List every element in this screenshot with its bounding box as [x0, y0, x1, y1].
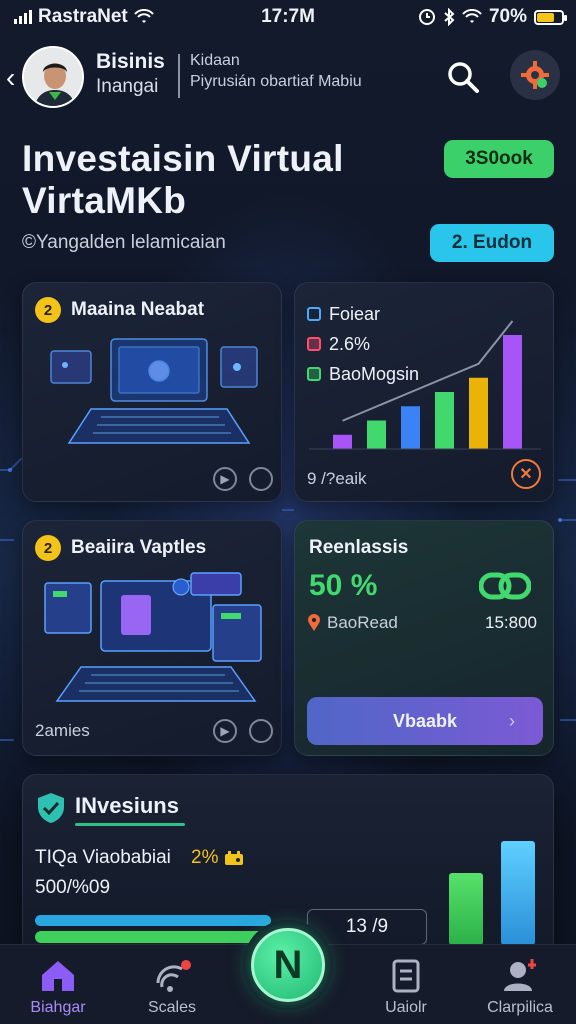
laptop-illustration	[50, 338, 258, 444]
progress-bar-green	[35, 931, 271, 943]
play-icon[interactable]: ▶	[213, 719, 237, 743]
chart-bar	[333, 434, 352, 449]
balance-pill[interactable]: 3S0ook	[444, 140, 554, 178]
location-pin-icon	[308, 614, 320, 631]
avatar[interactable]	[22, 46, 84, 108]
page-title-line1: Investaisin Virtual	[22, 138, 344, 179]
page-title-line2: VirtaMKb	[22, 180, 187, 221]
profile-icon	[504, 959, 536, 991]
chart-bar	[449, 873, 483, 945]
results-sub-label: BaoRead	[327, 613, 398, 632]
user-name: Bisinis	[96, 50, 165, 73]
gear-icon	[521, 61, 549, 89]
page-title: Investaisin Virtual VirtaMKb	[22, 138, 344, 222]
home-icon	[42, 961, 74, 991]
play-icon[interactable]: ▶	[213, 467, 237, 491]
card-variables[interactable]: 2 Beaiira Vaptles 2amies ▶	[22, 520, 282, 756]
header-subtext-line2: Piyrusián obartiaf Mabiu	[190, 73, 362, 90]
card-footer: 2amies	[35, 721, 90, 740]
edition-pill[interactable]: 2. Eudon	[430, 224, 554, 262]
bluetooth-icon	[444, 8, 455, 26]
back-button[interactable]: ‹	[6, 62, 15, 94]
card-title: Reenlassis	[309, 537, 409, 558]
chart-bar	[503, 335, 522, 449]
card-title: INvesiuns	[75, 793, 179, 818]
main-action-button[interactable]: N	[251, 928, 325, 1002]
investment-change-value: 2%	[191, 847, 219, 868]
chart-bar	[435, 392, 454, 449]
shield-check-icon	[38, 793, 64, 823]
card-results[interactable]: Reenlassis 50 % BaoRead 15:800 Vbaabk ›	[294, 520, 554, 756]
nav-item-profile[interactable]: Clarpilica	[470, 945, 570, 1024]
chart-footer: 9 /?eaik	[307, 469, 367, 488]
title-underline	[75, 823, 185, 826]
fab-container: N	[243, 920, 333, 1010]
battery-icon	[534, 9, 567, 25]
results-sub-value: 15:800	[485, 613, 537, 632]
link-icon	[479, 572, 531, 600]
nav-item-scales[interactable]: Scales	[122, 945, 222, 1024]
battery-percent: 70%	[488, 6, 527, 27]
card-title: Beaiira Vaptles	[71, 537, 207, 558]
header-divider	[178, 54, 180, 98]
view-button-label: Vbaabk	[392, 710, 458, 731]
chart-bar	[469, 377, 488, 449]
header-subtext-line1: Kidaan	[190, 52, 240, 69]
dashboard-illustration	[44, 572, 262, 702]
document-icon	[392, 959, 420, 993]
user-subtitle: Inangai	[96, 76, 159, 97]
header-subtext: Kidaan Piyrusián obartiaf Mabiu	[190, 50, 362, 92]
card-title: Maaina Neabat	[71, 299, 205, 320]
nav-item-wallet[interactable]: Uaiolr	[356, 945, 456, 1024]
card-number-badge: 2	[35, 297, 61, 323]
chart-bar	[367, 420, 386, 449]
investment-label: TIQa Viaobabiai	[35, 847, 171, 868]
search-icon[interactable]	[444, 58, 482, 96]
card-machine[interactable]: 2 Maaina Neabat ▶	[22, 282, 282, 502]
app-header: ‹ Bisinis Inangai Kidaan Piyrusián obart…	[0, 38, 576, 114]
page-subtitle: ©Yangalden lelamicaian	[22, 232, 226, 253]
investment-change: 2%	[191, 847, 244, 869]
chevron-right-icon: ›	[509, 710, 515, 731]
results-sub-row: BaoRead	[307, 613, 398, 633]
nav-label: Uaiolr	[385, 999, 427, 1016]
person-icon	[24, 48, 82, 106]
progress-bar-blue	[35, 915, 271, 926]
investment-amount: 500/%09	[35, 877, 111, 898]
nav-label: Clarpilica	[487, 999, 553, 1016]
card-stats-chart[interactable]: Foiear 2.6% BaoMogsin 9 /?eaik ✕	[294, 282, 554, 502]
card-number-badge: 2	[35, 535, 61, 561]
main-action-glyph: N	[273, 942, 303, 987]
close-icon[interactable]: ✕	[511, 459, 541, 489]
status-bar: RastraNet 17:7M 70%	[0, 0, 576, 34]
wallet-icon	[225, 851, 244, 865]
view-button[interactable]: Vbaabk ›	[307, 697, 543, 745]
results-percent: 50 %	[309, 569, 378, 602]
nav-label: Scales	[147, 999, 197, 1016]
nav-item-home[interactable]: Biahgar	[8, 945, 108, 1024]
alarm-icon	[418, 9, 435, 25]
nav-label: Biahgar	[30, 999, 86, 1016]
option-icon[interactable]	[249, 719, 273, 743]
option-icon[interactable]	[249, 467, 273, 491]
notification-button[interactable]	[510, 50, 560, 100]
chart-bar	[501, 841, 535, 945]
signal-waves-icon	[156, 960, 191, 992]
wifi-icon	[462, 9, 482, 23]
chart-bar	[401, 406, 420, 449]
